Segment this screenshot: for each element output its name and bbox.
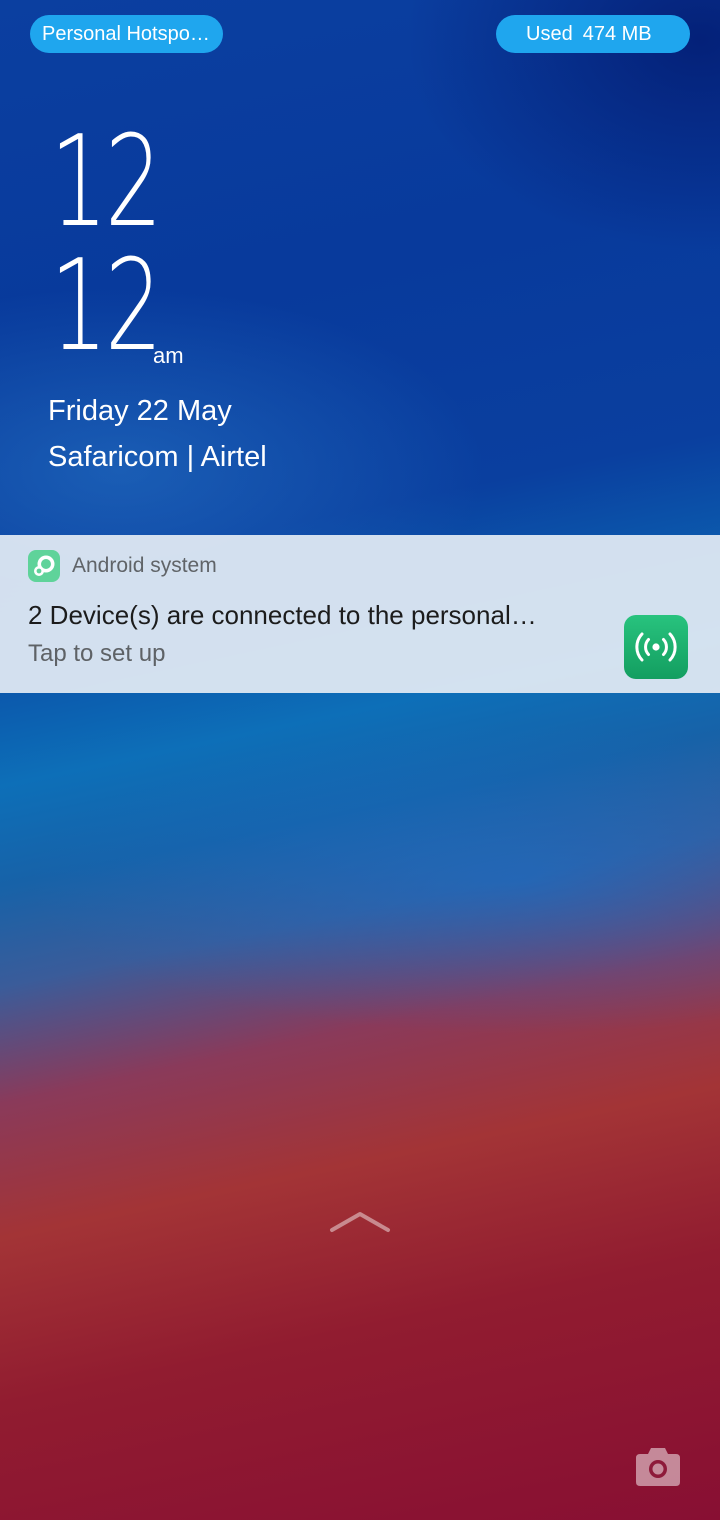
personal-hotspot-pill[interactable]: Personal Hotspo… bbox=[30, 15, 223, 53]
android-system-icon bbox=[28, 550, 60, 582]
chevron-up-icon[interactable] bbox=[328, 1206, 392, 1242]
data-used-label: Used bbox=[526, 23, 573, 45]
carrier-text: Safaricom | Airtel bbox=[48, 441, 267, 473]
notification-title: 2 Device(s) are connected to the persona… bbox=[28, 600, 537, 630]
data-usage-pill[interactable]: Used 474 MB bbox=[496, 15, 690, 53]
data-used-value: 474 MB bbox=[582, 23, 652, 45]
clock-hour: 12 bbox=[50, 108, 163, 255]
notification-app-name: Android system bbox=[72, 554, 217, 577]
lock-screen: Personal Hotspo… Used 474 MB 12 12 am Fri… bbox=[0, 0, 720, 1520]
camera-icon[interactable] bbox=[632, 1444, 684, 1492]
notification-subtitle: Tap to set up bbox=[28, 640, 166, 667]
hotspot-notification[interactable]: Android system 2 Device(s) are connected… bbox=[0, 535, 720, 693]
hotspot-icon[interactable] bbox=[624, 615, 688, 679]
date-text: Friday 22 May bbox=[48, 395, 232, 427]
clock-ampm: am bbox=[153, 343, 184, 368]
clock: 12 12 bbox=[50, 108, 202, 379]
personal-hotspot-label: Personal Hotspo… bbox=[42, 23, 210, 45]
clock-minute: 12 bbox=[50, 232, 163, 379]
